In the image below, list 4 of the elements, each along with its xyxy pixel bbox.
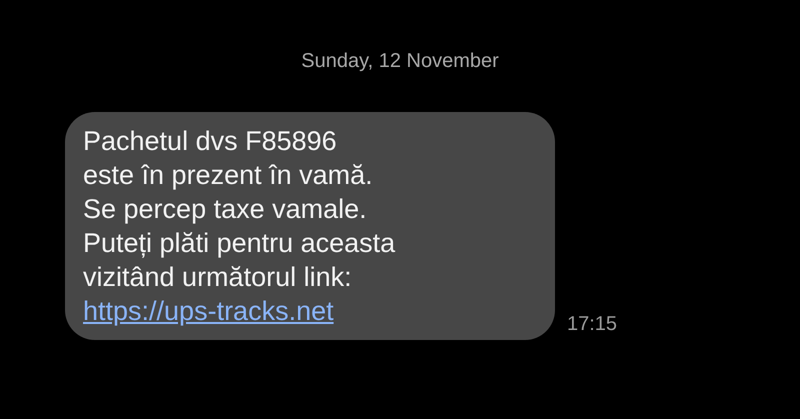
date-header: Sunday, 12 November — [300, 49, 500, 74]
message-time: 17:15 — [567, 313, 618, 336]
message-text: Pachetul dvs F85896 este în prezent în vamă. Se percep taxe vamale. Puteți plăti pentru aceasta vizitând următorul link: https://ups-tracks.net — [83, 125, 396, 328]
message-link[interactable]: https://ups-tracks.net — [83, 296, 334, 326]
